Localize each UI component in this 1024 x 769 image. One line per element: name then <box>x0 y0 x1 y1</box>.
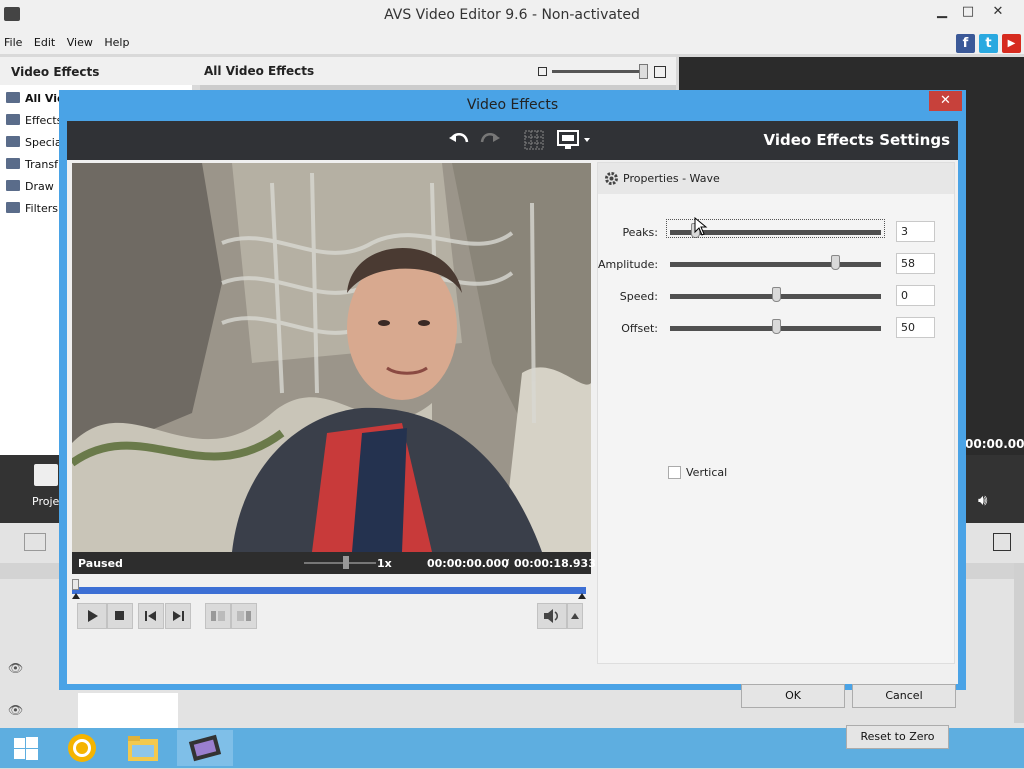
all-effects-header: All Video Effects <box>192 57 676 85</box>
volume-menu-icon[interactable] <box>567 603 583 629</box>
file-explorer-icon[interactable] <box>120 730 164 766</box>
chrome-icon[interactable] <box>60 730 104 766</box>
video-effects-dialog: Video Effects ✕ Video Effects Settings P… <box>59 90 966 749</box>
param-label: Peaks: <box>622 226 658 239</box>
current-time: 00:00:00.000 <box>427 557 509 570</box>
folder-icon <box>6 158 20 169</box>
mark-in-icon[interactable] <box>205 603 231 629</box>
progress-thumb[interactable] <box>72 579 79 590</box>
settings-title: Video Effects Settings <box>763 131 950 149</box>
ok-button[interactable]: OK <box>741 684 845 708</box>
dialog-title: Video Effects <box>466 97 559 113</box>
menu-view[interactable]: View <box>63 32 97 49</box>
dialog-body: Video Effects Settings Paused 1x 00:00:0… <box>67 121 958 749</box>
playback-progress[interactable] <box>72 579 586 599</box>
start-marker-icon[interactable] <box>72 593 80 599</box>
param-label: Offset: <box>621 322 658 335</box>
folder-icon <box>6 136 20 147</box>
eye-icon[interactable]: 👁︎ <box>8 661 23 675</box>
menu-edit[interactable]: Edit <box>30 32 59 49</box>
zoom-in-icon[interactable] <box>654 66 666 78</box>
speed-value: 1x <box>377 557 392 570</box>
progress-track[interactable] <box>72 587 586 594</box>
properties-header: Properties - Wave <box>598 163 954 194</box>
previous-frame-icon[interactable] <box>138 603 164 629</box>
folder-icon <box>6 202 20 213</box>
maximize-button[interactable]: □ <box>955 4 981 22</box>
mouse-cursor-icon <box>694 216 708 240</box>
mark-out-icon[interactable] <box>231 603 257 629</box>
gear-icon <box>604 171 619 189</box>
play-icon[interactable] <box>77 603 107 629</box>
folder-icon <box>6 114 20 125</box>
window-title: AVS Video Editor 9.6 - Non-activated <box>384 7 640 23</box>
end-marker-icon[interactable] <box>578 593 586 599</box>
volume-icon[interactable]: 🔊︎ <box>978 491 987 509</box>
fit-timeline-icon[interactable] <box>993 533 1011 551</box>
param-slider[interactable] <box>670 287 881 302</box>
timeline-track <box>78 693 178 728</box>
timeline-scrollbar[interactable] <box>1014 563 1024 723</box>
folder-icon <box>6 92 20 103</box>
speed-slider[interactable] <box>304 562 376 564</box>
menu-bar: File Edit View Help <box>0 32 1024 54</box>
vertical-checkbox[interactable] <box>668 466 681 479</box>
param-slider[interactable] <box>670 255 881 270</box>
minimize-button[interactable]: ▁ <box>929 4 955 22</box>
dialog-close-button[interactable]: ✕ <box>929 91 962 111</box>
reset-to-zero-button[interactable]: Reset to Zero <box>846 725 949 749</box>
param-slider-thumb[interactable] <box>771 287 781 302</box>
param-label: Speed: <box>619 290 658 303</box>
windows-start-icon[interactable] <box>4 730 48 766</box>
volume-icon[interactable] <box>537 603 567 629</box>
zoom-slider[interactable] <box>552 70 648 73</box>
menu-file[interactable]: File <box>0 32 26 49</box>
param-slider[interactable] <box>670 319 881 334</box>
twitter-icon[interactable]: t <box>979 34 998 53</box>
zoom-slider-thumb[interactable] <box>639 64 648 79</box>
vertical-label: Vertical <box>686 466 728 479</box>
youtube-icon[interactable]: ▶ <box>1002 34 1021 53</box>
window-titlebar: AVS Video Editor 9.6 - Non-activated ▁ □… <box>0 0 1024 32</box>
next-frame-icon[interactable] <box>165 603 191 629</box>
total-time: 00:00:18.933 <box>514 557 596 570</box>
zoom-out-icon[interactable] <box>538 67 547 76</box>
redo-icon[interactable] <box>479 130 501 153</box>
param-slider-thumb[interactable] <box>830 255 840 270</box>
time-separator: / <box>505 557 510 570</box>
param-value-field[interactable]: 50 <box>896 317 935 338</box>
undo-icon[interactable] <box>448 130 470 153</box>
effects-panel-title: Video Effects <box>0 57 192 85</box>
grid-icon[interactable] <box>524 130 544 155</box>
folder-icon <box>6 180 20 191</box>
video-preview[interactable] <box>72 163 591 552</box>
eye-icon[interactable]: 👁︎ <box>8 703 23 717</box>
speed-slider-thumb[interactable] <box>343 556 349 569</box>
param-value-field[interactable]: 58 <box>896 253 935 274</box>
player-status-bar: Paused 1x 00:00:00.000 / 00:00:18.933 <box>72 552 596 574</box>
all-effects-title: All Video Effects <box>204 64 315 78</box>
playback-controls <box>77 603 587 633</box>
facebook-icon[interactable]: f <box>956 34 975 53</box>
avs-video-editor-icon[interactable] <box>177 730 233 766</box>
storyboard-icon[interactable] <box>24 533 46 551</box>
param-value-field[interactable]: 3 <box>896 221 935 242</box>
properties-panel: Properties - Wave Vertical Reset to Zero… <box>597 162 955 749</box>
close-window-button[interactable]: ✕ <box>985 4 1011 22</box>
stop-icon[interactable] <box>107 603 133 629</box>
param-label: Amplitude: <box>598 258 659 271</box>
preview-time: 00:00.000 <box>965 437 1024 451</box>
menu-help[interactable]: Help <box>100 32 133 49</box>
cancel-button[interactable]: Cancel <box>852 684 956 708</box>
param-slider-thumb[interactable] <box>771 319 781 334</box>
param-value-field[interactable]: 0 <box>896 285 935 306</box>
dialog-toolbar: Video Effects Settings <box>67 121 958 160</box>
projects-icon[interactable] <box>34 464 58 486</box>
player-status: Paused <box>78 557 123 570</box>
display-mode-icon[interactable] <box>557 130 593 155</box>
properties-title: Properties - Wave <box>623 172 720 185</box>
